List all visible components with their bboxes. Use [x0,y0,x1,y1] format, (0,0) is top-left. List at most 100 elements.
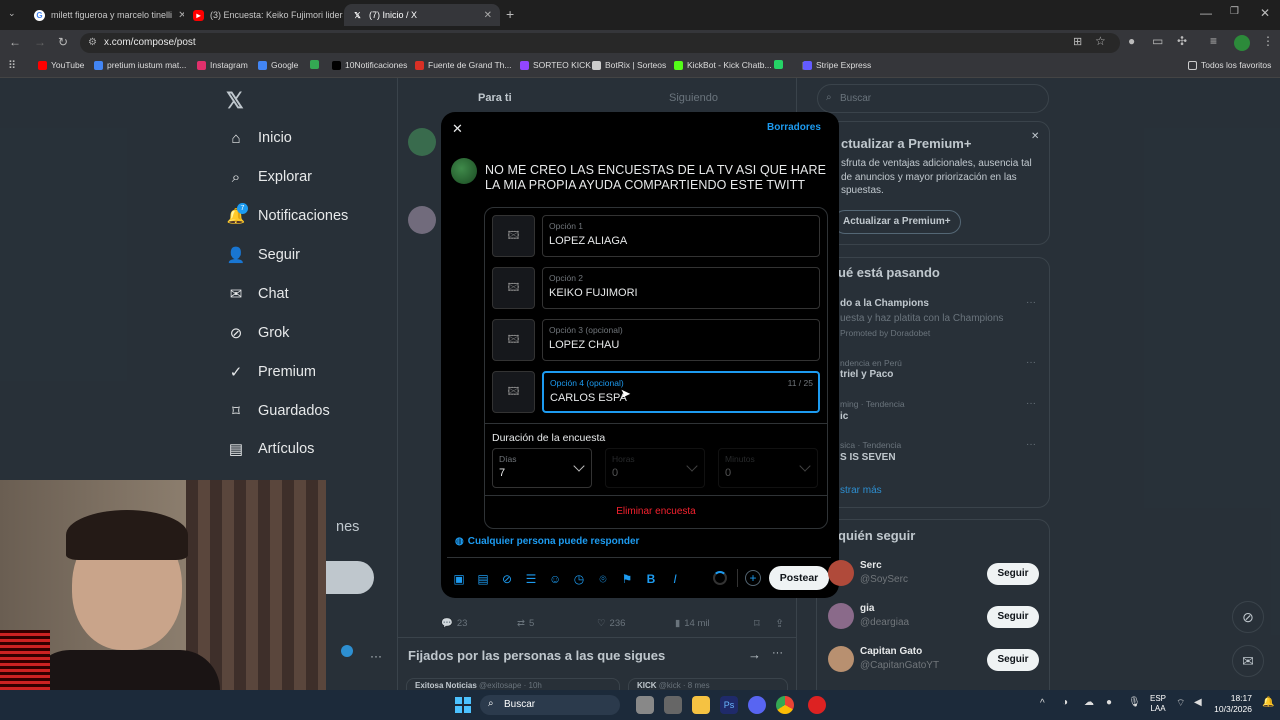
site-info-icon[interactable]: ⚙ [88,33,97,53]
nav-item-guardados[interactable]: ⌑ Guardados [228,403,330,420]
bookmark-item[interactable]: SORTEO KICK [520,60,591,70]
image-icon[interactable]: 🖾 [492,267,535,309]
location-icon[interactable]: ⌾ [597,572,609,587]
follow-button[interactable]: Seguir [987,563,1039,585]
forward-icon[interactable]: → [34,35,46,49]
drafts-button[interactable]: Borradores [767,122,821,133]
grok-icon[interactable]: ⊘ [501,572,513,586]
back-icon[interactable]: ← [9,35,21,49]
profile-avatar[interactable] [1234,35,1250,51]
browser-tab[interactable]: ▸ (3) Encuesta: Keiko Fujimori lidera ✕ [185,4,343,26]
add-post-icon[interactable]: + [745,570,761,586]
minutes-select[interactable]: Minutos 0 [718,448,818,488]
gif-icon[interactable]: ▤ [477,572,489,586]
image-icon[interactable]: 🖾 [492,371,535,413]
nav-item-chat[interactable]: ✉ Chat [228,286,289,303]
task-view-icon[interactable] [636,696,654,714]
hours-select[interactable]: Horas 0 [605,448,705,488]
browser-tab[interactable]: G milett figueroa y marcelo tinelli ✕ [26,4,184,26]
bookmark-item[interactable]: BotRix | Sorteos [592,60,666,70]
maximize-icon[interactable]: ❐ [1230,6,1239,17]
windows-start-icon[interactable] [455,697,471,713]
avatar[interactable] [828,560,854,586]
poll-option-input[interactable]: Opción 1 LOPEZ ALIAGA [542,215,820,257]
bookmark-item[interactable]: | [789,60,804,70]
app-icon[interactable] [664,696,682,714]
italic-icon[interactable]: I [669,572,681,586]
avatar[interactable] [451,158,477,184]
nav-item-inicio[interactable]: ⌂ Inicio [228,130,291,147]
post-textarea[interactable]: NO ME CREO LAS ENCUESTAS DE LA TV ASI QU… [485,163,829,193]
bookmark-item[interactable] [774,60,787,69]
bookmark-item[interactable]: KickBot - Kick Chatb... [674,60,772,70]
tab-search-icon[interactable]: ⌄ [8,8,16,19]
post-button[interactable]: Postear [769,566,829,590]
app-icon[interactable] [808,696,826,714]
bookmark-star-icon[interactable]: ☆ [1095,34,1106,48]
tray-icon[interactable]: ☁ [1084,697,1094,708]
browser-tab-active[interactable]: 𝕏 (7) Inicio / X ✕ [344,4,500,26]
close-tab-icon[interactable]: ✕ [484,10,492,21]
volume-icon[interactable]: ◀ [1194,697,1202,708]
wifi-icon[interactable]: ⌔ [1176,697,1185,710]
close-icon[interactable]: ✕ [452,121,463,137]
chrome-icon[interactable] [776,696,794,714]
url-bar[interactable]: ⚙ x.com/compose/post [80,33,1120,53]
new-tab-icon[interactable]: + [506,6,514,22]
avatar[interactable] [828,603,854,629]
poll-option-input[interactable]: Opción 3 (opcional) LOPEZ CHAU [542,319,820,361]
schedule-icon[interactable]: ◷ [573,572,585,586]
microphone-icon[interactable]: 🎙 [1128,697,1141,708]
discord-icon[interactable] [748,696,766,714]
remove-poll-button[interactable]: Eliminar encuesta [484,506,828,517]
bookmark-item[interactable]: 10Notificaciones [332,60,407,70]
image-icon[interactable]: 🖾 [492,215,535,257]
bookmark-item[interactable] [310,60,323,69]
install-icon[interactable]: ⊞ [1073,35,1082,48]
image-icon[interactable]: 🖾 [492,319,535,361]
follow-button[interactable]: Seguir [987,606,1039,628]
nav-item-seguir[interactable]: 👤 Seguir [227,247,300,264]
file-explorer-icon[interactable] [692,696,710,714]
all-favorites[interactable]: Todos los favoritos [1188,60,1271,70]
apps-icon[interactable]: ⠿ [8,59,16,72]
follow-button[interactable]: Seguir [987,649,1039,671]
tray-icon[interactable]: ● [1106,697,1112,708]
nav-item-grok[interactable]: ⊘ Grok [228,325,290,342]
follow-name[interactable]: gia [860,603,874,614]
reply-setting[interactable]: ◍ Cualquier persona puede responder [455,536,639,547]
bookmark-item[interactable]: Stripe Express [803,60,871,70]
follow-name[interactable]: Capitan Gato [860,646,922,657]
clock[interactable]: 18:17 10/3/2026 [1208,693,1252,715]
days-select[interactable]: Días 7 [492,448,592,488]
nav-item-artículos[interactable]: ▤ Artículos [228,441,315,458]
follow-name[interactable]: Serc [860,560,882,571]
nav-item-explorar[interactable]: ⌕ Explorar [228,169,312,186]
emoji-icon[interactable]: ☺ [549,572,561,586]
flag-icon[interactable]: ⚑ [621,572,633,586]
tray-icon[interactable]: ◑ [1062,697,1068,708]
poll-icon[interactable]: ☰ [525,572,537,586]
bookmark-item[interactable]: Google [258,60,298,70]
nav-item-notificaciones[interactable]: 🔔 7 Notificaciones [227,203,348,225]
taskbar-search[interactable]: ⌕ Buscar [480,695,620,715]
menu-icon[interactable]: ⋮ [1262,34,1274,48]
notification-bell-icon[interactable]: 🔔 [1262,697,1274,708]
close-window-icon[interactable]: ✕ [1260,6,1270,20]
poll-option-input[interactable]: Opción 4 (opcional) CARLOS ESPA 11 / 25 [542,371,820,413]
bold-icon[interactable]: B [645,572,657,586]
photoshop-icon[interactable]: Ps [720,696,738,714]
tab-strip-icon[interactable]: ≡ [1210,34,1217,48]
poll-option-input[interactable]: Opción 2 KEIKO FUJIMORI [542,267,820,309]
bookmark-item[interactable]: pretium iustum mat... [94,60,186,70]
bookmark-item[interactable]: YouTube [38,60,84,70]
nav-item-premium[interactable]: ✓ Premium [228,364,316,381]
reload-icon[interactable]: ↻ [58,35,68,49]
close-tab-icon[interactable]: ✕ [178,10,184,21]
tray-chevron-icon[interactable]: ^ [1040,698,1045,709]
avatar[interactable] [828,646,854,672]
extensions-puzzle-icon[interactable]: ✣ [1177,34,1187,48]
language-indicator[interactable]: ESP LAA [1150,694,1166,714]
extension-icon[interactable]: ▭ [1152,34,1163,48]
bookmark-item[interactable]: Fuente de Grand Th... [415,60,511,70]
